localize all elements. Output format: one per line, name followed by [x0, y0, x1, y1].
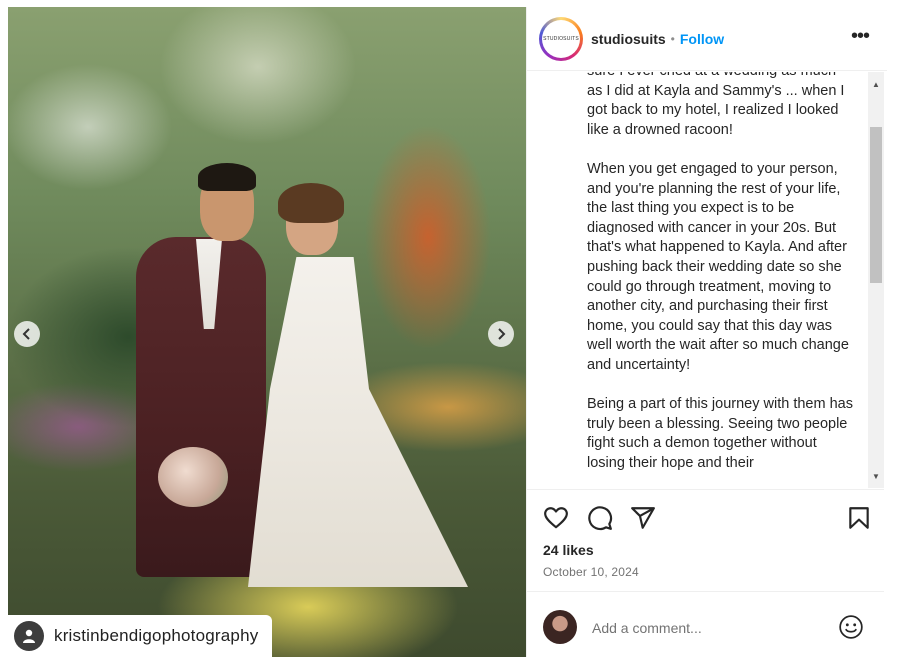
photo-groom-hair: [198, 163, 256, 191]
post-date: October 10, 2024: [543, 565, 639, 579]
username-link[interactable]: studiosuits: [591, 31, 666, 47]
profile-avatar[interactable]: STUDIOSUITS: [539, 16, 583, 61]
photo-bouquet: [158, 447, 228, 507]
chevron-right-icon: [498, 328, 506, 340]
caption-paragraph: Being a part of this journey with them h…: [587, 396, 853, 471]
likes-count[interactable]: 24 likes: [543, 542, 594, 558]
separator-dot: •: [670, 31, 675, 46]
paper-plane-icon[interactable]: [630, 505, 656, 531]
scroll-down-icon[interactable]: ▼: [868, 468, 884, 484]
photo-bride-dress: [248, 257, 468, 587]
speech-bubble-icon[interactable]: [587, 505, 613, 531]
photo-tag-label: kristinbendigophotography: [54, 626, 259, 645]
caption-text: sure I ever cried at a wedding as much a…: [587, 72, 855, 488]
scroll-up-icon[interactable]: ▲: [868, 76, 884, 92]
caption-scrollbar[interactable]: ▲ ▼: [868, 72, 884, 488]
smiley-icon[interactable]: [838, 614, 864, 640]
avatar-logo-text: STUDIOSUITS: [542, 19, 580, 58]
divider: [527, 489, 884, 490]
caption-paragraph: sure I ever cried at a wedding as much a…: [587, 72, 845, 138]
caption-scroll-area[interactable]: sure I ever cried at a wedding as much a…: [527, 72, 884, 488]
previous-photo-button[interactable]: [14, 321, 40, 347]
caption-paragraph: When you get engaged to your person, and…: [587, 160, 849, 373]
bookmark-icon[interactable]: [846, 505, 872, 531]
scrollbar-thumb[interactable]: [870, 127, 882, 283]
post-header: STUDIOSUITS studiosuits • Follow •••: [527, 7, 887, 71]
chevron-left-icon: [22, 328, 30, 340]
photo-bride-hair: [278, 183, 344, 223]
heart-icon[interactable]: [543, 505, 569, 531]
user-icon: [14, 621, 44, 651]
post-photo[interactable]: [8, 7, 526, 657]
divider: [527, 591, 884, 592]
follow-button[interactable]: Follow: [680, 31, 724, 47]
avatar: [543, 610, 577, 644]
next-photo-button[interactable]: [488, 321, 514, 347]
photo-tag[interactable]: kristinbendigophotography: [8, 615, 273, 657]
more-options-icon[interactable]: •••: [851, 25, 870, 48]
comment-input[interactable]: [592, 617, 822, 639]
